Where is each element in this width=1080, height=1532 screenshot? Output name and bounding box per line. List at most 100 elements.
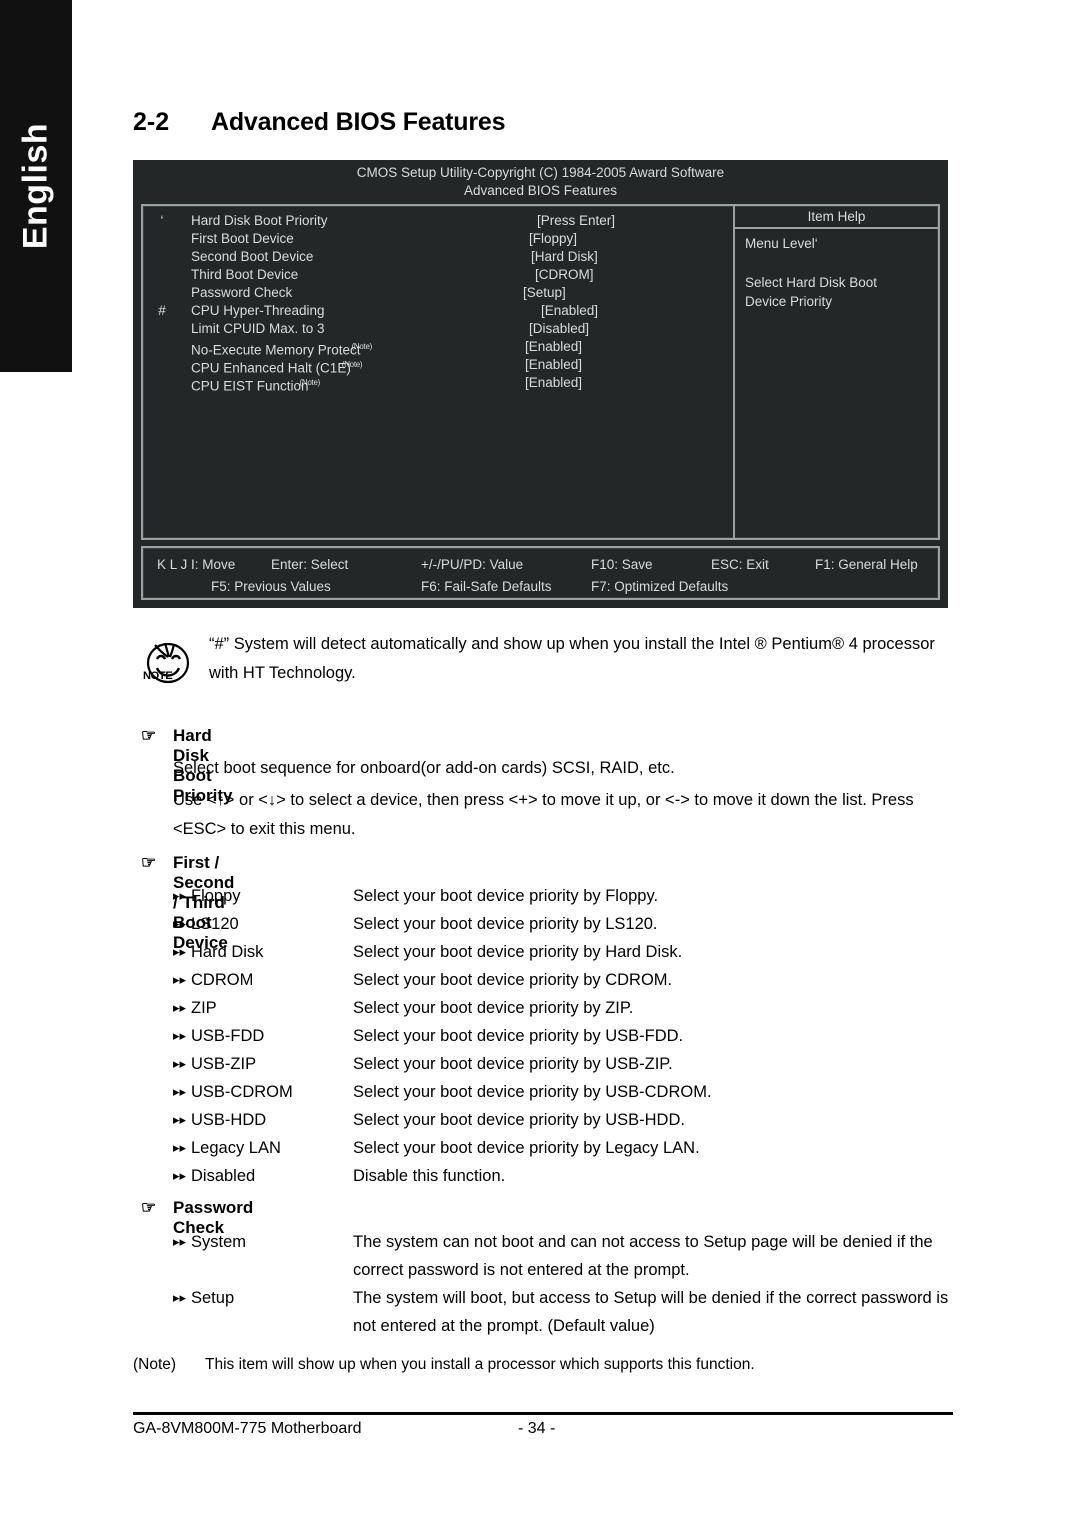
bios-setting-value[interactable]: [Enabled] xyxy=(541,302,598,320)
key-legend-entry: +/-/PU/PD: Value xyxy=(421,557,524,572)
option-name: USB-FDD xyxy=(191,1027,265,1045)
key-legend-entry: F5: Previous Values xyxy=(211,579,331,594)
item-help-body: Menu Level‘ Select Hard Disk Boot Device… xyxy=(745,234,932,311)
option-description: The system can not boot and can not acce… xyxy=(353,1233,933,1279)
pointing-hand-icon: ☞ xyxy=(141,726,157,745)
option-description: Disable this function. xyxy=(353,1167,506,1185)
section-title: Advanced BIOS Features xyxy=(211,108,506,136)
bios-setting-row[interactable]: Password Check [Setup] xyxy=(143,284,733,302)
double-arrow-bullet-icon: ▸▸ xyxy=(173,1056,187,1071)
bios-page-title: Advanced BIOS Features xyxy=(463,183,618,198)
key-legend-entry: Enter: Select xyxy=(271,557,349,572)
option-name: CDROM xyxy=(191,971,254,989)
bios-settings-pane: ‘Hard Disk Boot Priority [Press Enter] Fir… xyxy=(143,206,735,538)
bios-setting-row[interactable]: CPU Enhanced Halt (C1E)(Note) [Enabled] xyxy=(143,356,733,376)
option-description: Select your boot device priority by CDRO… xyxy=(353,971,673,989)
option-description: The system will boot, but access to Setu… xyxy=(353,1289,949,1335)
bios-setting-label: Third Boot Device xyxy=(191,267,299,282)
item-help-header: Item Help xyxy=(735,206,938,229)
bios-setting-row[interactable]: No-Execute Memory Protect(Note) [Enabled] xyxy=(143,338,733,358)
option-name: Disabled xyxy=(191,1167,256,1185)
option-description: Select your boot device priority by Lega… xyxy=(353,1139,700,1157)
double-arrow-bullet-icon: ▸▸ xyxy=(173,944,187,959)
bios-setting-label: Limit CPUID Max. to 3 xyxy=(191,321,325,336)
bios-setting-row[interactable]: First Boot Device [Floppy] xyxy=(143,230,733,248)
section-number: 2-2 xyxy=(133,108,170,136)
key-legend-entry: ESC: Exit xyxy=(711,557,769,572)
menu-level-text: Menu Level‘ xyxy=(745,236,818,251)
page-title: 2-2 Advanced BIOS Features xyxy=(133,108,506,137)
item-help-line-2: Device Priority xyxy=(745,294,833,309)
hard-disk-boot-priority-description: Select boot sequence for onboard(or add-… xyxy=(173,759,675,777)
option-name: ZIP xyxy=(191,999,217,1017)
pointing-hand-icon: ☞ xyxy=(141,853,157,872)
bios-setting-value[interactable]: [Setup] xyxy=(523,284,566,302)
bios-setting-label: Hard Disk Boot Priority xyxy=(191,213,328,228)
bios-body: ‘Hard Disk Boot Priority [Press Enter] Fir… xyxy=(141,204,940,540)
bios-setting-row[interactable]: CPU EIST Function(Note) [Enabled] xyxy=(143,374,733,394)
language-sidebar-tab: English xyxy=(0,0,72,372)
bios-setting-value[interactable]: [Enabled] xyxy=(525,374,582,392)
double-arrow-bullet-icon: ▸▸ xyxy=(173,1140,187,1155)
bios-setting-label: First Boot Device xyxy=(191,231,294,246)
key-legend-entry: F6: Fail-Safe Defaults xyxy=(421,579,552,594)
key-legend-entry: F7: Optimized Defaults xyxy=(591,579,729,594)
bios-setting-row[interactable]: # CPU Hyper-Threading [Enabled] xyxy=(143,302,733,320)
item-help-text: Select Hard Disk Boot Device Priority xyxy=(745,273,932,311)
double-arrow-bullet-icon: ▸▸ xyxy=(173,1084,187,1099)
footer-divider xyxy=(133,1412,953,1415)
bios-setting-label: CPU Hyper-Threading xyxy=(191,303,325,318)
option-name: USB-HDD xyxy=(191,1111,267,1129)
footer-page-number: - 34 - xyxy=(518,1420,556,1437)
key-legend-row-1: K L J I: Move Enter: Select +/-/PU/PD: Val… xyxy=(143,554,938,576)
option-description: Select your boot device priority by LS12… xyxy=(353,915,658,933)
bios-setting-value[interactable]: [CDROM] xyxy=(535,266,594,284)
double-arrow-bullet-icon: ▸▸ xyxy=(173,888,187,903)
bios-note-marker: (Note) xyxy=(341,360,363,369)
bios-key-legend: K L J I: Move Enter: Select +/-/PU/PD: Val… xyxy=(141,546,940,600)
double-arrow-bullet-icon: ▸▸ xyxy=(173,1168,187,1183)
key-legend-entry: K L J I: Move xyxy=(157,557,236,572)
option-name: USB-ZIP xyxy=(191,1055,257,1073)
option-description: Select your boot device priority by Hard… xyxy=(353,943,683,961)
bios-setting-value[interactable]: [Disabled] xyxy=(529,320,589,338)
option-name: Hard Disk xyxy=(191,943,264,961)
bios-setting-label: Second Boot Device xyxy=(191,249,314,264)
option-name: Legacy LAN xyxy=(191,1139,281,1157)
key-legend-entry: F1: General Help xyxy=(815,557,918,572)
language-tab-label: English xyxy=(16,122,55,250)
bios-utility-title: CMOS Setup Utility-Copyright (C) 1984-20… xyxy=(356,165,725,180)
double-arrow-bullet-icon: ▸▸ xyxy=(173,1028,187,1043)
option-name: Floppy xyxy=(191,887,241,905)
bios-setting-value[interactable]: [Enabled] xyxy=(525,356,582,374)
bios-note-marker: (Note) xyxy=(299,378,321,387)
note-callout-text: “#” System will detect automatically and… xyxy=(209,635,935,682)
item-help-line-1: Select Hard Disk Boot xyxy=(745,275,878,290)
double-arrow-bullet-icon: ▸▸ xyxy=(173,972,187,987)
double-arrow-bullet-icon: ▸▸ xyxy=(173,1112,187,1127)
hard-disk-boot-priority-instructions: Use <↑> or <↓> to select a device, then … xyxy=(173,791,914,838)
option-description: Select your boot device priority by Flop… xyxy=(353,887,659,905)
bios-note-marker: (Note) xyxy=(351,342,373,351)
key-legend-row-2: F5: Previous Values F6: Fail-Safe Default… xyxy=(143,576,938,598)
option-name: System xyxy=(191,1233,247,1251)
option-description: Select your boot device priority by USB-… xyxy=(353,1083,712,1101)
footer-product-name: GA-8VM800M-775 Motherboard xyxy=(133,1420,362,1437)
bios-setting-row[interactable]: Third Boot Device [CDROM] xyxy=(143,266,733,284)
bios-setting-value[interactable]: [Hard Disk] xyxy=(531,248,598,266)
option-description: Select your boot device priority by USB-… xyxy=(353,1111,685,1129)
bios-setting-label: Password Check xyxy=(191,285,293,300)
bios-setting-value[interactable]: [Press Enter] xyxy=(537,212,615,230)
key-legend-entry: F10: Save xyxy=(591,557,653,572)
option-name: LS120 xyxy=(191,915,239,933)
bios-row-marker: # xyxy=(158,303,166,318)
bios-setting-row[interactable]: ‘ Hard Disk Boot Priority [Press Enter] xyxy=(143,212,733,230)
bios-setting-value[interactable]: [Floppy] xyxy=(529,230,577,248)
bios-setting-row[interactable]: Limit CPUID Max. to 3 [Disabled] xyxy=(143,320,733,338)
note-icon-label: NOTE xyxy=(143,670,173,682)
footnote-text: This item will show up when you install … xyxy=(205,1356,755,1373)
bios-setting-value[interactable]: [Enabled] xyxy=(525,338,582,356)
double-arrow-bullet-icon: ▸▸ xyxy=(173,1290,187,1305)
bios-setting-row[interactable]: Second Boot Device [Hard Disk] xyxy=(143,248,733,266)
option-description: Select your boot device priority by USB-… xyxy=(353,1027,684,1045)
